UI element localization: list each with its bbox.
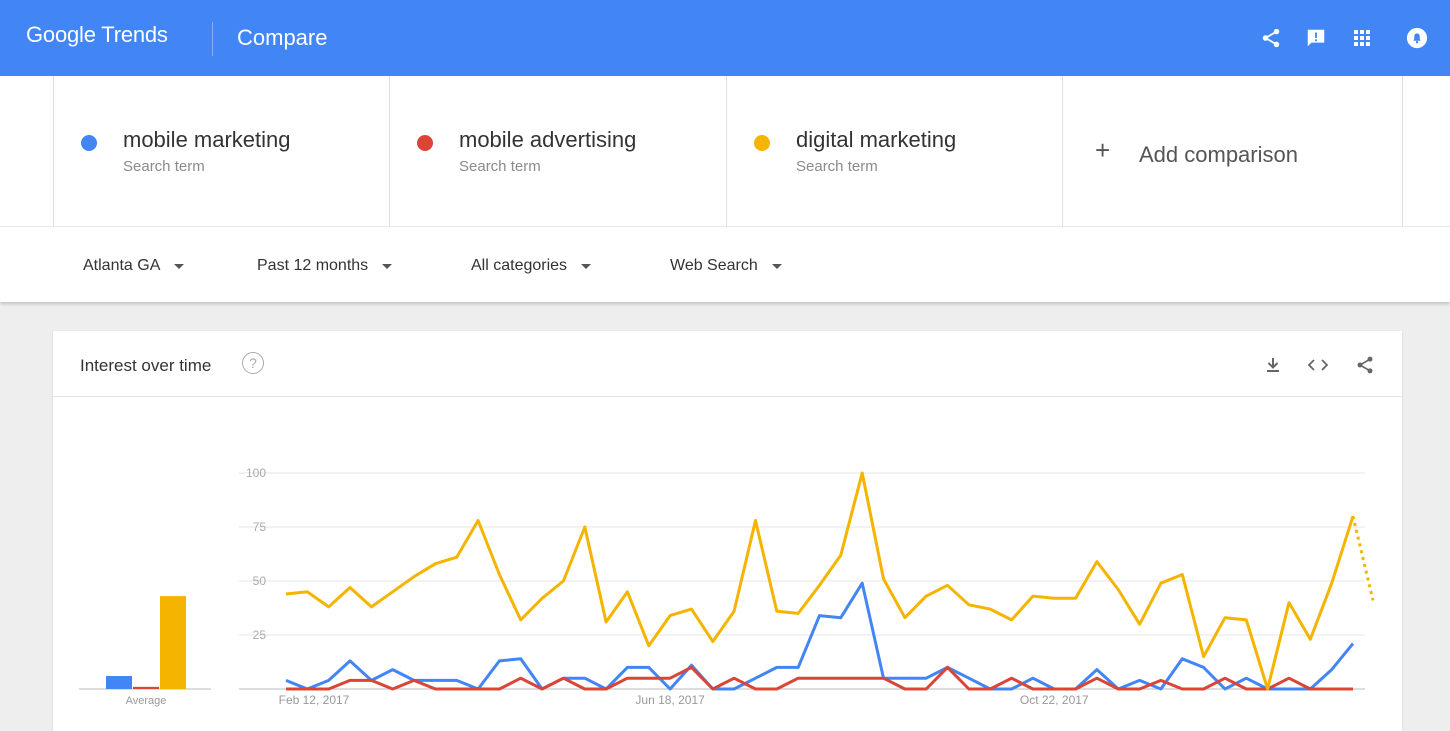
caret-down-icon xyxy=(382,263,393,269)
term-card-3[interactable]: digital marketing Search term xyxy=(726,76,1063,226)
brand-google: Google xyxy=(26,22,96,47)
term-name[interactable]: mobile marketing xyxy=(123,127,291,153)
app-bar: Google Trends Compare xyxy=(0,0,1450,76)
term-type: Search term xyxy=(796,158,878,175)
term-name[interactable]: mobile advertising xyxy=(459,127,636,153)
category-dropdown[interactable]: All categories xyxy=(471,257,592,275)
plus-icon: + xyxy=(1095,135,1111,165)
term-color-dot xyxy=(754,135,770,151)
partial-data-segment xyxy=(1351,515,1375,601)
card-title: Interest over time xyxy=(80,356,212,375)
y-tick-label: 25 xyxy=(253,628,267,642)
interest-over-time-card: Interest over time ? 25 50 75 100 Feb 12, 20… xyxy=(53,331,1402,731)
share-icon[interactable] xyxy=(1353,353,1377,377)
caret-down-icon xyxy=(581,263,592,269)
term-card-1[interactable]: mobile marketing Search term xyxy=(53,76,390,226)
y-tick-label: 100 xyxy=(246,466,266,480)
y-tick-label: 75 xyxy=(253,520,267,534)
embed-icon[interactable] xyxy=(1306,353,1330,377)
series-line-mobile-marketing xyxy=(285,581,1355,691)
search-property-dropdown[interactable]: Web Search xyxy=(670,257,782,275)
average-bar xyxy=(133,686,159,689)
region-dropdown[interactable]: Atlanta GA xyxy=(83,257,185,275)
region-label: Atlanta GA xyxy=(83,257,161,274)
x-tick-label: Oct 22, 2017 xyxy=(1020,693,1089,707)
term-card-2[interactable]: mobile advertising Search term xyxy=(389,76,727,226)
average-bar xyxy=(160,596,186,689)
term-name[interactable]: digital marketing xyxy=(796,127,956,153)
notifications-icon[interactable] xyxy=(1403,24,1431,52)
term-divider xyxy=(0,226,1450,227)
page-title: Compare xyxy=(237,25,328,50)
add-comparison-button[interactable]: + Add comparison xyxy=(1062,76,1403,226)
share-icon[interactable] xyxy=(1257,24,1285,52)
feedback-icon[interactable] xyxy=(1302,24,1330,52)
time-range-dropdown[interactable]: Past 12 months xyxy=(257,257,393,275)
term-color-dot xyxy=(81,135,97,151)
term-color-dot xyxy=(417,135,433,151)
caret-down-icon xyxy=(174,263,185,269)
header-divider xyxy=(212,22,213,56)
time-range-label: Past 12 months xyxy=(257,257,369,274)
google-trends-logo[interactable]: Google Trends xyxy=(26,22,168,48)
x-tick-label: Jun 18, 2017 xyxy=(635,693,705,707)
search-property-label: Web Search xyxy=(670,257,758,274)
help-icon[interactable]: ? xyxy=(242,352,264,374)
apps-grid-icon[interactable] xyxy=(1348,24,1376,52)
average-label: Average xyxy=(126,695,167,707)
interest-chart: 25 50 75 100 Feb 12, 2017 Jun 18, 2017 Oct 22,… xyxy=(79,466,1375,707)
series-line-mobile-advertising xyxy=(286,665,1353,691)
y-tick-label: 50 xyxy=(253,574,267,588)
comparison-bar: mobile marketing Search term mobile adve… xyxy=(0,76,1450,302)
term-type: Search term xyxy=(123,158,205,175)
term-type: Search term xyxy=(459,158,541,175)
add-comparison-label: Add comparison xyxy=(1139,142,1298,167)
x-tick-label: Feb 12, 2017 xyxy=(279,693,350,707)
category-label: All categories xyxy=(471,257,568,274)
caret-down-icon xyxy=(771,263,782,269)
average-bar xyxy=(106,676,132,689)
download-icon[interactable] xyxy=(1261,353,1285,377)
brand-trends: Trends xyxy=(101,22,168,47)
